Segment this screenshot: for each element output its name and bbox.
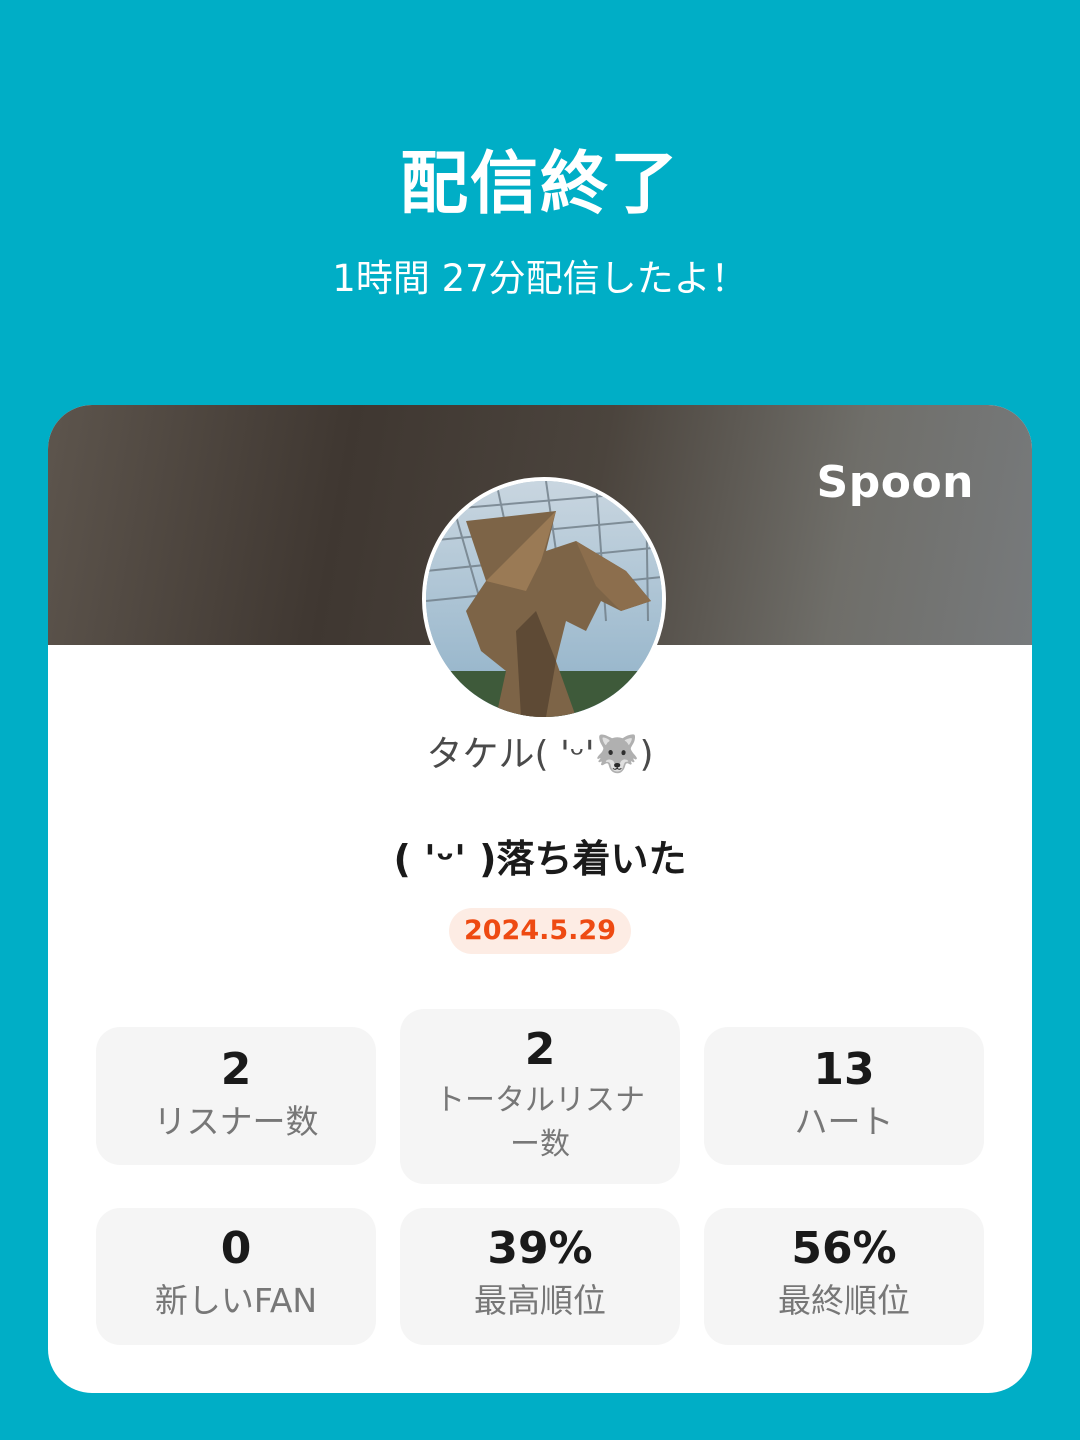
stat-value: 39% — [487, 1223, 593, 1274]
page-title: 配信終了 — [399, 145, 680, 224]
broadcast-summary-card: Spoon タケル('ᵕ'🐺) ('ᵕ')落ち着いた 2024.5.29 … — [48, 405, 1032, 1393]
stat-hearts: 13 ハート — [704, 1027, 984, 1165]
username: タケル( 'ᵕ'🐺) — [426, 734, 654, 775]
stat-label: 最終順位 — [778, 1281, 910, 1320]
stat-final-rank: 56% 最終順位 — [704, 1208, 984, 1345]
stat-value: 56% — [791, 1223, 897, 1274]
dragon-sculpture-photo-icon — [426, 481, 662, 717]
stat-listeners: 2 リスナー数 — [96, 1027, 376, 1165]
stat-value: 13 — [813, 1044, 875, 1095]
stat-total-listeners: 2 トータルリスナ ー数 — [400, 1009, 680, 1184]
avatar[interactable] — [422, 477, 666, 721]
stat-label: リスナー数 — [153, 1102, 319, 1141]
stat-value: 2 — [524, 1024, 556, 1075]
stat-highest-rank: 39% 最高順位 — [400, 1208, 680, 1345]
stat-value: 2 — [220, 1044, 252, 1095]
stat-label: 新しいFAN — [154, 1281, 318, 1320]
stat-new-fans: 0 新しいFAN — [96, 1208, 376, 1345]
stat-label: 最高順位 — [474, 1281, 606, 1320]
broadcast-duration: 1時間 27分配信したよ！ — [332, 257, 748, 300]
stat-label-line1: トータルリスナ — [435, 1083, 645, 1118]
live-title: ( 'ᵕ' )落ち着いた — [393, 837, 687, 881]
stat-label-line2: ー数 — [510, 1127, 570, 1162]
broadcast-ended-screen: 配信終了 1時間 27分配信したよ！ Spoon タケル('ᵕ'🐺) ('ᵕ… — [0, 0, 1080, 1440]
stat-label: ハート — [794, 1102, 894, 1141]
spoon-logo: Spoon — [816, 457, 974, 508]
date-badge: 2024.5.29 — [449, 908, 631, 954]
stat-value: 0 — [220, 1223, 252, 1274]
